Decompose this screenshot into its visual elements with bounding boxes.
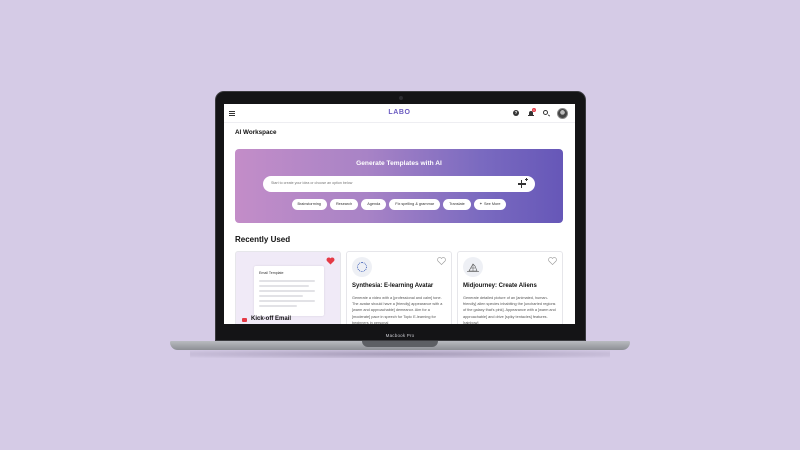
app-screen: LABO ? 1 AI Workspace Generate Templates… xyxy=(224,104,575,324)
page-title: AI Workspace xyxy=(235,129,277,136)
prompt-field[interactable] xyxy=(263,176,535,192)
chip-brainstorming[interactable]: Brainstorming xyxy=(291,199,327,210)
prompt-input[interactable] xyxy=(271,181,501,185)
mail-icon xyxy=(242,318,247,322)
heart-outline-icon[interactable] xyxy=(437,257,446,265)
avatar[interactable] xyxy=(557,108,568,119)
ai-generator-panel: Generate Templates with AI Brainstorming… xyxy=(235,149,563,223)
card-title: Kick-off Email xyxy=(251,316,292,322)
preview-line xyxy=(259,300,315,302)
preview-line xyxy=(259,280,315,282)
plus-icon: + xyxy=(479,202,483,206)
card-title: Midjourney: Create Aliens xyxy=(463,283,537,289)
template-card-synthesia[interactable]: Synthesia: E-learning Avatar Generate a … xyxy=(346,251,452,324)
chip-see-more-label: See More xyxy=(484,202,501,206)
preview-line xyxy=(259,305,297,307)
loading-icon xyxy=(357,262,367,272)
laptop-shadow xyxy=(190,350,610,358)
card-description: Generate a video with a [professional an… xyxy=(352,296,443,324)
email-template-preview: Email Template xyxy=(254,266,324,316)
suggestion-chips: Brainstorming Research Agenda Fix spelli… xyxy=(235,199,563,210)
heart-filled-icon[interactable] xyxy=(326,257,335,265)
notification-badge: 1 xyxy=(532,108,536,112)
card-description: Generate detailed picture of an [animate… xyxy=(463,296,556,324)
chip-research[interactable]: Research xyxy=(329,199,359,210)
preview-line xyxy=(259,295,303,297)
app-logo[interactable]: LABO xyxy=(224,109,575,116)
laptop-notch xyxy=(362,341,438,347)
template-card-kickoff-email[interactable]: Email Template Kick-off Email xyxy=(235,251,341,324)
email-preview-title: Email Template xyxy=(259,271,284,275)
recently-used-heading: Recently Used xyxy=(235,235,291,244)
top-bar: LABO ? 1 xyxy=(224,104,575,123)
chip-fix-spelling[interactable]: Fix spelling & grammar xyxy=(389,199,441,210)
template-card-midjourney[interactable]: Midjourney: Create Aliens Generate detai… xyxy=(457,251,563,324)
card-icon-badge xyxy=(352,257,372,277)
chip-see-more[interactable]: + See More xyxy=(473,199,507,210)
chip-translate[interactable]: Translate xyxy=(443,199,471,210)
hero-title: Generate Templates with AI xyxy=(356,160,442,167)
ship-icon xyxy=(467,263,479,272)
device-model-label: Macbook Pro xyxy=(385,333,415,338)
preview-line xyxy=(259,290,315,292)
preview-line xyxy=(259,285,309,287)
chip-agenda[interactable]: Agenda xyxy=(361,199,387,210)
camera xyxy=(399,96,403,100)
card-title: Synthesia: E-learning Avatar xyxy=(352,283,434,289)
sparkle-small-icon xyxy=(525,178,528,181)
heart-outline-icon[interactable] xyxy=(548,257,557,265)
search-icon[interactable] xyxy=(543,110,548,115)
help-icon[interactable]: ? xyxy=(513,110,519,116)
card-icon-badge xyxy=(463,257,483,277)
